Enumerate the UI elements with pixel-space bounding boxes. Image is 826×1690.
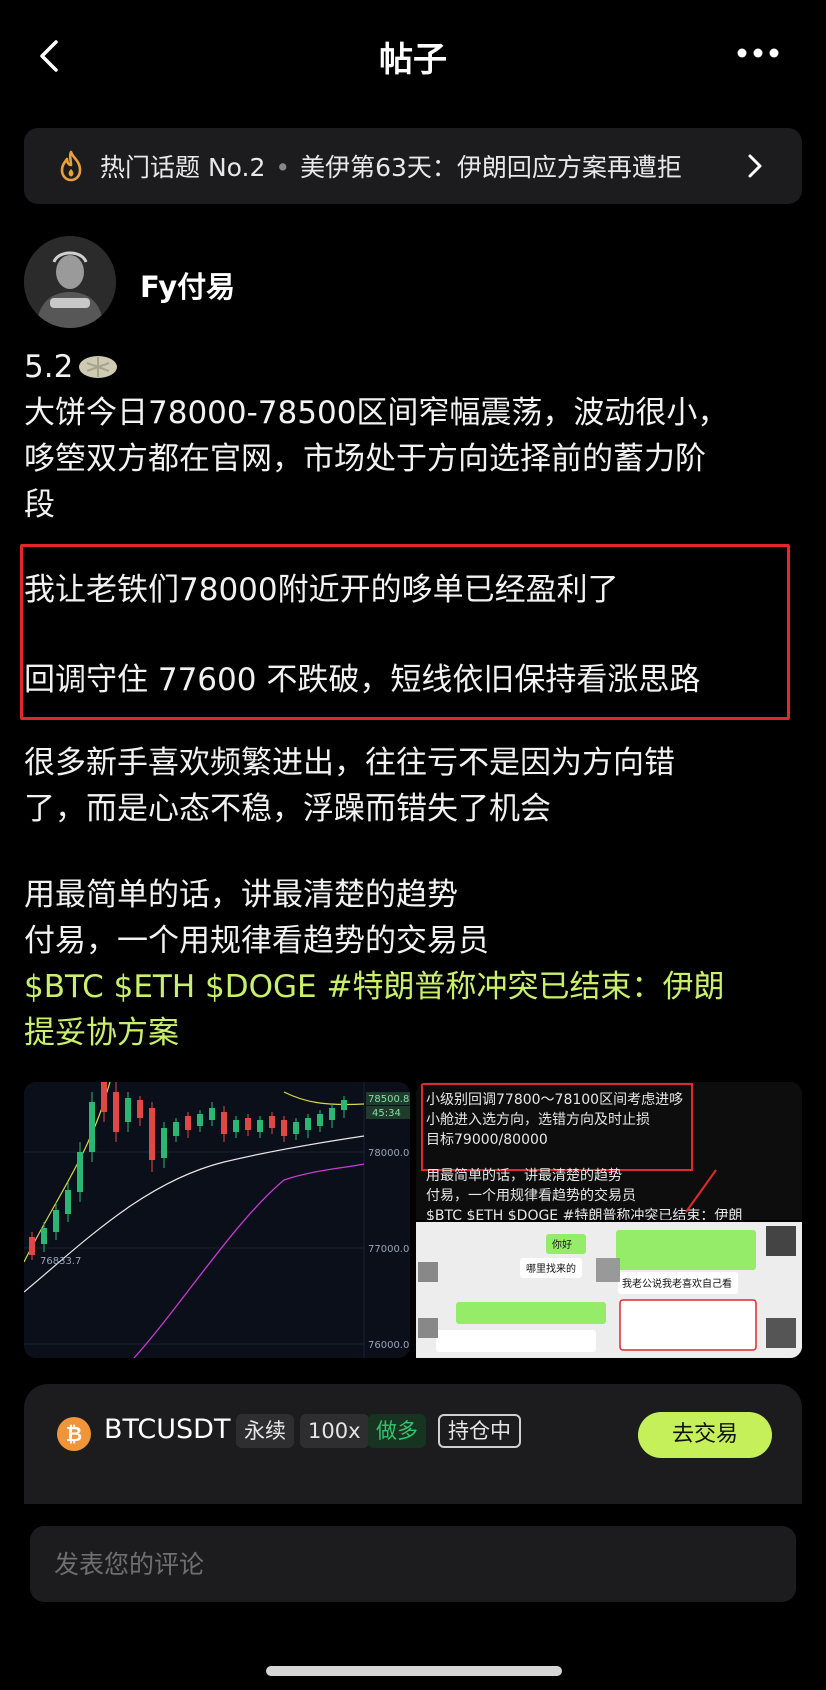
note-line: 目标79000/80000 <box>426 1132 548 1148</box>
low-price-label: 76833.7 <box>40 1256 81 1267</box>
fire-icon <box>60 150 82 182</box>
hot-topic-banner[interactable]: 热门话题 No.2 • 美伊第63天：伊朗回应方案再遭拒 <box>24 128 802 204</box>
highlight-line-profit: 我让老铁们78000附近开的哆单已经盈利了 <box>24 572 619 608</box>
hashtag-line[interactable]: $BTC $ETH $DOGE #特朗普称冲突已结束：伊朗 <box>24 964 804 1010</box>
price-tick-label: 77000.0 <box>368 1244 409 1255</box>
chat-screenshot-image[interactable]: 你好 哪里找来的 我老公说我老喜欢自己看 <box>416 1222 802 1358</box>
leverage-badge: 100x <box>300 1414 369 1448</box>
top-bar: 帖子 <box>0 0 826 110</box>
chat-bubble: 哪里找来的 <box>526 1262 576 1275</box>
post-line: 付易，一个用规律看趋势的交易员 <box>24 923 489 959</box>
chat-bubble: 你好 <box>552 1238 572 1251</box>
note-line: 小级别回调77800～78100区间考虑进哆 <box>426 1092 683 1108</box>
hashtag-line[interactable]: 提妥协方案 <box>24 1010 804 1056</box>
post-line: 了，而是心态不稳，浮躁而错失了机会 <box>24 791 551 827</box>
position-side-badge: 做多 <box>368 1414 426 1448</box>
home-indicator[interactable] <box>266 1666 562 1676</box>
go-trade-button[interactable]: 去交易 <box>638 1412 772 1458</box>
comment-bar <box>0 1504 826 1690</box>
bitcoin-icon: ₿ <box>57 1417 91 1451</box>
post-paragraph: 很多新手喜欢频繁进出，往往亏不是因为方向错 了，而是心态不稳，浮躁而错失了机会 <box>24 740 804 832</box>
chat-bubble: 我老公说我老喜欢自己看 <box>622 1277 732 1290</box>
topic-separator: • <box>275 153 291 182</box>
note-line: $BTC $ETH $DOGE #特朗普称冲突已结束：伊朗 <box>426 1208 742 1220</box>
page-title: 帖子 <box>379 40 447 80</box>
note-screenshot-image[interactable]: 小级别回调77800～78100区间考虑进哆 小舱进入选方向，选错方向及时止损 … <box>416 1082 802 1220</box>
current-price-label: 78500.8 <box>368 1094 409 1105</box>
contract-type-badge: 永续 <box>236 1414 294 1448</box>
topic-label: 热门话题 No.2 <box>100 153 266 182</box>
note-line: 用最简单的话，讲最清楚的趋势 <box>426 1167 622 1184</box>
post-date: 5.2 <box>24 349 74 385</box>
trading-pair: BTCUSDT <box>104 1414 231 1445</box>
post-line: 很多新手喜欢频繁进出，往往亏不是因为方向错 <box>24 745 675 781</box>
comment-input[interactable] <box>30 1526 796 1602</box>
post-line: 段 <box>24 487 55 523</box>
note-line: 小舱进入选方向，选错方向及时止损 <box>426 1112 650 1128</box>
post-line: 用最简单的话，讲最清楚的趋势 <box>24 877 458 913</box>
topic-text: 热门话题 No.2 • 美伊第63天：伊朗回应方案再遭拒 <box>100 148 682 184</box>
candlestick-chart-image[interactable]: 78500.8 45:34 78000.0 77000.0 76000.0 76… <box>24 1082 410 1358</box>
countdown-label: 45:34 <box>372 1108 401 1119</box>
avatar[interactable] <box>24 236 116 328</box>
more-options-icon[interactable] <box>736 46 780 60</box>
position-status-badge: 持仓中 <box>438 1414 521 1448</box>
post-paragraph: 用最简单的话，讲最清楚的趋势 付易，一个用规律看趋势的交易员 $BTC $ETH… <box>24 872 804 1056</box>
topic-headline: 美伊第63天：伊朗回应方案再遭拒 <box>300 153 682 182</box>
highlight-line-support: 回调守住 77600 不跌破，短线依旧保持看涨思路 <box>24 662 701 698</box>
price-tick-label: 78000.0 <box>368 1148 409 1159</box>
price-tick-label: 76000.0 <box>368 1340 409 1351</box>
chevron-right-icon <box>748 154 762 178</box>
author-name[interactable]: Fy付易 <box>140 264 235 306</box>
note-line: 付易，一个用规律看趋势的交易员 <box>426 1187 636 1204</box>
post-line: 大饼今日78000-78500区间窄幅震荡，波动很小， <box>24 395 729 431</box>
trade-card: ₿ BTCUSDT 永续 100x 做多 持仓中 去交易 <box>24 1384 802 1504</box>
post-body: 5.2 大饼今日78000-78500区间窄幅震荡，波动很小， 哆箜双方都在官网… <box>24 344 804 528</box>
pancake-emoji-icon <box>79 356 118 378</box>
svg-text:₿: ₿ <box>66 1422 82 1446</box>
chart-svg: 78500.8 45:34 78000.0 77000.0 76000.0 76… <box>24 1082 410 1358</box>
post-line: 哆箜双方都在官网，市场处于方向选择前的蓄力阶 <box>24 441 706 477</box>
